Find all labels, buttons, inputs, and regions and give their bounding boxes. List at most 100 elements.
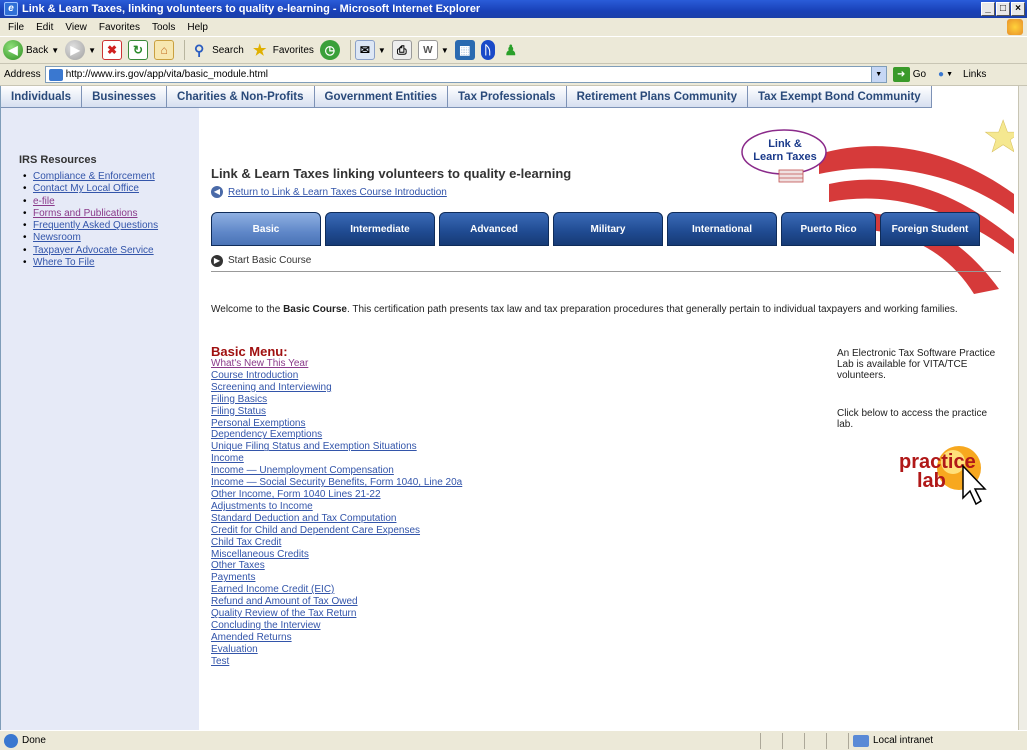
sidebar-link-efile[interactable]: e-file: [33, 196, 55, 208]
minimize-button[interactable]: _: [981, 2, 995, 16]
back-dropdown-icon[interactable]: ▼: [51, 46, 59, 55]
tab-intermediate[interactable]: Intermediate: [325, 212, 435, 246]
site-tab-businesses[interactable]: Businesses: [82, 86, 168, 108]
site-tab-government[interactable]: Government Entities: [314, 86, 448, 108]
forward-dropdown-icon[interactable]: ▼: [88, 46, 96, 55]
toolbar-extra-icon[interactable]: ●: [938, 69, 944, 80]
address-input[interactable]: http://www.irs.gov/app/vita/basic_module…: [44, 66, 887, 83]
menu-help[interactable]: Help: [181, 22, 214, 33]
sidebar-link-taxpayer-advocate[interactable]: Taxpayer Advocate Service: [33, 245, 154, 257]
close-button[interactable]: ×: [1011, 2, 1025, 16]
maximize-button[interactable]: □: [996, 2, 1010, 16]
return-to-intro-link[interactable]: Return to Link & Learn Taxes Course Intr…: [228, 187, 447, 198]
menu-edit[interactable]: Edit: [30, 22, 59, 33]
sidebar-link-newsroom[interactable]: Newsroom: [33, 232, 81, 244]
edit-dropdown-icon[interactable]: ▼: [441, 46, 449, 55]
basic-menu-link[interactable]: Screening and Interviewing: [211, 382, 332, 393]
tab-basic[interactable]: Basic: [211, 212, 321, 246]
menu-favorites[interactable]: Favorites: [93, 22, 146, 33]
basic-menu-link[interactable]: Dependency Exemptions: [211, 429, 322, 440]
basic-menu-link[interactable]: Course Introduction: [211, 370, 298, 381]
menu-list-item: Filing Status: [211, 406, 462, 418]
tab-foreign-student[interactable]: Foreign Student: [880, 212, 980, 246]
forward-button[interactable]: ▶ ▼: [65, 40, 96, 60]
basic-menu-link[interactable]: Other Taxes: [211, 560, 265, 571]
print-button[interactable]: ⎙: [391, 40, 412, 60]
stop-button[interactable]: ✖: [102, 40, 123, 60]
window-controls: _ □ ×: [981, 2, 1025, 16]
bluetooth-button[interactable]: ᚢ: [480, 40, 495, 60]
search-button[interactable]: ⚲ Search: [189, 40, 244, 60]
basic-menu-link[interactable]: Other Income, Form 1040 Lines 21-22: [211, 489, 381, 500]
sidebar-link-forms[interactable]: Forms and Publications: [33, 208, 138, 220]
start-basic-course-link[interactable]: Start Basic Course: [228, 255, 311, 266]
basic-menu-link[interactable]: Earned Income Credit (EIC): [211, 584, 334, 595]
vertical-scrollbar[interactable]: [1018, 86, 1027, 730]
site-tab-tax-exempt-bond[interactable]: Tax Exempt Bond Community: [747, 86, 932, 108]
address-dropdown-icon[interactable]: ▼: [870, 67, 886, 82]
site-tab-charities[interactable]: Charities & Non-Profits: [167, 86, 315, 108]
sidebar-link-compliance[interactable]: Compliance & Enforcement: [33, 171, 155, 183]
basic-menu-link[interactable]: Credit for Child and Dependent Care Expe…: [211, 525, 420, 536]
basic-menu-link[interactable]: Test: [211, 656, 229, 667]
basic-menu-link[interactable]: Child Tax Credit: [211, 537, 281, 548]
history-button[interactable]: ◷: [319, 40, 340, 60]
basic-menu-link[interactable]: Amended Returns: [211, 632, 292, 643]
extra-dropdown-icon[interactable]: ▼: [946, 71, 953, 78]
page-title: Link & Learn Taxes linking volunteers to…: [211, 166, 572, 181]
menu-list-item: Miscellaneous Credits: [211, 549, 462, 561]
discuss-button[interactable]: ▦: [454, 40, 475, 60]
tab-international[interactable]: International: [667, 212, 777, 246]
sidebar-link-contact[interactable]: Contact My Local Office: [33, 183, 139, 195]
site-tab-retirement[interactable]: Retirement Plans Community: [566, 86, 748, 108]
menu-file[interactable]: File: [2, 22, 30, 33]
messenger-button[interactable]: ♟: [501, 40, 521, 60]
mail-button[interactable]: ✉ ▼: [354, 40, 386, 60]
basic-menu-link[interactable]: Miscellaneous Credits: [211, 549, 309, 560]
logo-text-line1: Link &: [768, 138, 802, 150]
basic-menu-link[interactable]: Income: [211, 453, 244, 464]
basic-menu-link[interactable]: Quality Review of the Tax Return: [211, 608, 356, 619]
basic-menu-link[interactable]: Personal Exemptions: [211, 418, 306, 429]
tab-puerto-rico[interactable]: Puerto Rico: [781, 212, 876, 246]
basic-menu-link[interactable]: Filing Status: [211, 406, 266, 417]
tab-military[interactable]: Military: [553, 212, 663, 246]
basic-menu-link[interactable]: Evaluation: [211, 644, 258, 655]
sidebar-link-faq[interactable]: Frequently Asked Questions: [33, 220, 158, 232]
favorites-label: Favorites: [272, 44, 314, 56]
back-button[interactable]: ◀ Back ▼: [3, 40, 59, 60]
basic-menu-link[interactable]: What's New This Year: [211, 358, 308, 369]
basic-menu-link[interactable]: Filing Basics: [211, 394, 267, 405]
edit-button[interactable]: W ▼: [417, 40, 449, 60]
menu-tools[interactable]: Tools: [146, 22, 181, 33]
main-content: Link & Learn Taxes Link & Learn Taxes li…: [199, 108, 1018, 730]
address-url[interactable]: http://www.irs.gov/app/vita/basic_module…: [66, 69, 268, 80]
site-tab-tax-professionals[interactable]: Tax Professionals: [448, 86, 567, 108]
practice-lab-link[interactable]: practice lab: [835, 438, 999, 508]
menu-view[interactable]: View: [59, 22, 93, 33]
basic-menu-link[interactable]: Adjustments to Income: [211, 501, 313, 512]
mail-dropdown-icon[interactable]: ▼: [378, 46, 386, 55]
logo-text-line2: Learn Taxes: [753, 151, 816, 163]
window-title-bar[interactable]: e Link & Learn Taxes, linking volunteers…: [0, 0, 1027, 18]
messenger-icon: ♟: [504, 41, 518, 58]
basic-menu-link[interactable]: Payments: [211, 572, 255, 583]
basic-menu-link[interactable]: Concluding the Interview: [211, 620, 321, 631]
basic-menu-link[interactable]: Standard Deduction and Tax Computation: [211, 513, 397, 524]
refresh-button[interactable]: ↻: [128, 40, 149, 60]
basic-menu-link[interactable]: Unique Filing Status and Exemption Situa…: [211, 441, 417, 452]
favorites-button[interactable]: ★ Favorites: [250, 40, 314, 60]
links-label[interactable]: Links: [963, 69, 986, 80]
sidebar-item: • Taxpayer Advocate Service: [23, 245, 158, 257]
go-button[interactable]: ➜ Go: [892, 67, 926, 82]
go-arrow-icon: ➜: [892, 67, 910, 82]
practice-lab-text-line2: lab: [917, 470, 946, 492]
site-tab-individuals[interactable]: Individuals: [1, 86, 83, 108]
back-arrow-icon: ◀: [211, 186, 223, 198]
basic-menu-link[interactable]: Income — Social Security Benefits, Form …: [211, 477, 462, 488]
home-button[interactable]: ⌂: [154, 40, 175, 60]
sidebar-link-where-to-file[interactable]: Where To File: [33, 257, 95, 269]
basic-menu-link[interactable]: Refund and Amount of Tax Owed: [211, 596, 358, 607]
tab-advanced[interactable]: Advanced: [439, 212, 549, 246]
basic-menu-link[interactable]: Income — Unemployment Compensation: [211, 465, 394, 476]
